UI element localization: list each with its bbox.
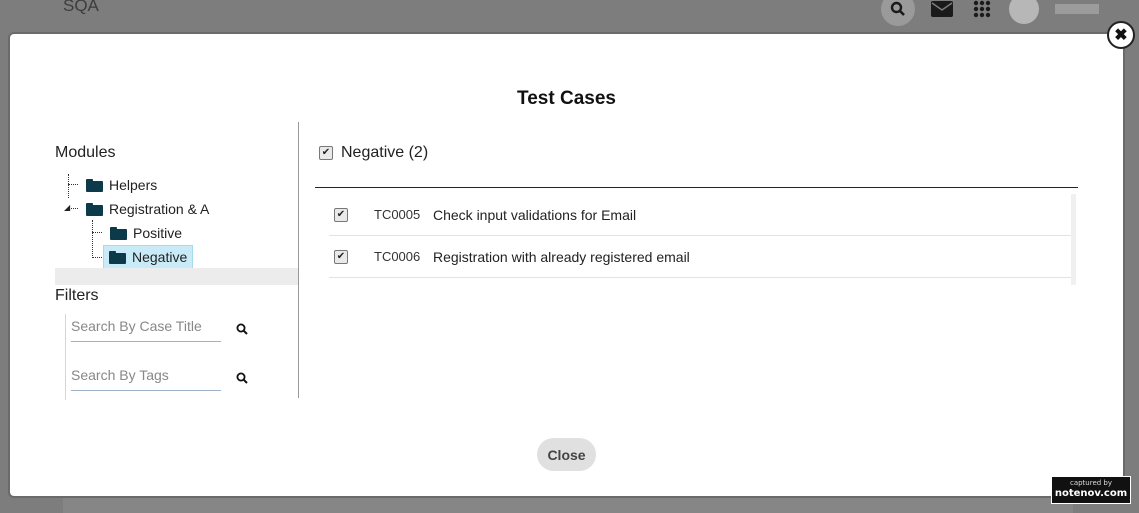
tree-node-label: Negative (132, 249, 188, 265)
case-checkbox[interactable]: ✔ (334, 249, 348, 264)
search-title-input[interactable] (71, 313, 221, 339)
tree-node-helpers[interactable]: Helpers (81, 174, 162, 196)
tree-node-negative[interactable]: Negative (103, 245, 194, 269)
test-case-list: ✔ TC0005 Check input validations for Ema… (329, 194, 1075, 278)
user-avatar-icon[interactable] (1009, 0, 1039, 24)
folder-icon (110, 226, 127, 240)
table-row[interactable]: ✔ TC0005 Check input validations for Ema… (329, 194, 1075, 236)
tree-node-label: Registration & A (109, 201, 210, 217)
tree-line (92, 257, 102, 258)
tree-node-label: Helpers (109, 177, 158, 193)
watermark-line2: notenov.com (1054, 488, 1128, 499)
test-cases-modal: Test Cases Modules ◢ Helpers Registratio… (10, 34, 1123, 496)
search-title-icon[interactable] (236, 322, 250, 336)
watermark-line1: captured by (1069, 479, 1113, 487)
envelope-icon[interactable] (929, 0, 955, 22)
modules-panel: Modules ◢ Helpers Registration & A Posit… (55, 122, 299, 400)
modules-label: Modules (55, 144, 116, 161)
section-separator (55, 268, 299, 285)
close-button[interactable]: Close (537, 438, 596, 471)
search-title-field (71, 313, 221, 342)
tree-line (68, 174, 69, 198)
tree-line (92, 232, 102, 233)
app-title: SQA (63, 0, 99, 15)
apps-grid-icon[interactable] (969, 0, 995, 22)
tree-node-registration[interactable]: Registration & A (81, 198, 214, 220)
user-name-blurred (1055, 4, 1099, 14)
table-row[interactable]: ✔ TC0006 Registration with already regis… (329, 236, 1075, 278)
folder-icon (86, 178, 103, 192)
search-icon[interactable] (881, 0, 915, 26)
panel-divider (298, 122, 299, 398)
case-id: TC0006 (374, 249, 421, 264)
top-bar-icons (881, 0, 1099, 26)
search-tags-field (71, 362, 221, 391)
header-divider (315, 187, 1078, 188)
tree-node-positive[interactable]: Positive (105, 222, 187, 244)
list-scrollbar[interactable] (1071, 194, 1076, 285)
tree-node-label: Positive (133, 225, 183, 241)
search-tags-icon[interactable] (236, 371, 250, 385)
watermark-logo: captured by notenov.com (1051, 476, 1131, 504)
group-header: ✔ Negative (2) (319, 144, 428, 162)
group-label: Negative (2) (341, 144, 429, 161)
background-content (63, 497, 1073, 513)
case-title: Registration with already registered ema… (433, 248, 690, 265)
filter-group-border (65, 314, 68, 400)
folder-icon (109, 250, 126, 264)
tree-line (68, 184, 78, 185)
close-icon[interactable]: ✖ (1107, 21, 1135, 49)
case-title: Check input validations for Email (433, 206, 637, 223)
search-tags-input[interactable] (71, 362, 221, 388)
folder-icon (86, 202, 103, 216)
filters-label: Filters (55, 287, 99, 304)
tree-line (92, 220, 93, 258)
modal-title: Test Cases (517, 88, 616, 109)
group-checkbox[interactable]: ✔ (319, 146, 333, 160)
case-id: TC0005 (374, 207, 421, 222)
case-checkbox[interactable]: ✔ (334, 207, 348, 222)
expanded-toggle-icon[interactable]: ◢ (64, 203, 70, 212)
